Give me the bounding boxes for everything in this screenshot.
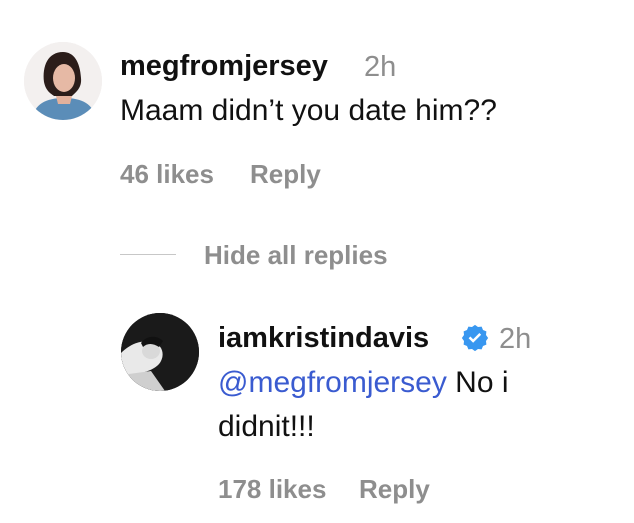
comment-timestamp[interactable]: 2h (364, 51, 396, 84)
reply-text: @megfromjersey No i (218, 360, 608, 406)
hide-replies-button[interactable]: Hide all replies (204, 240, 388, 271)
reply-reply-button[interactable]: Reply (359, 474, 430, 505)
reply-username[interactable]: iamkristindavis (218, 322, 429, 355)
comment-text: Maam didn’t you date him?? (120, 94, 497, 127)
reply-likes[interactable]: 178 likes (218, 474, 326, 505)
verified-badge-icon (461, 324, 489, 352)
reply-text-part1: No i (446, 366, 509, 399)
comment-likes[interactable]: 46 likes (120, 159, 214, 190)
avatar-iamkristindavis[interactable] (121, 313, 199, 391)
comment-reply-button[interactable]: Reply (250, 159, 321, 190)
reply-text-line2: didnit!!! (218, 410, 315, 443)
comment-username[interactable]: megfromjersey (120, 50, 328, 83)
avatar-megfromjersey[interactable] (24, 42, 102, 120)
replies-divider (120, 254, 176, 255)
reply-mention-link[interactable]: @megfromjersey (218, 366, 447, 399)
reply-timestamp[interactable]: 2h (499, 323, 531, 356)
